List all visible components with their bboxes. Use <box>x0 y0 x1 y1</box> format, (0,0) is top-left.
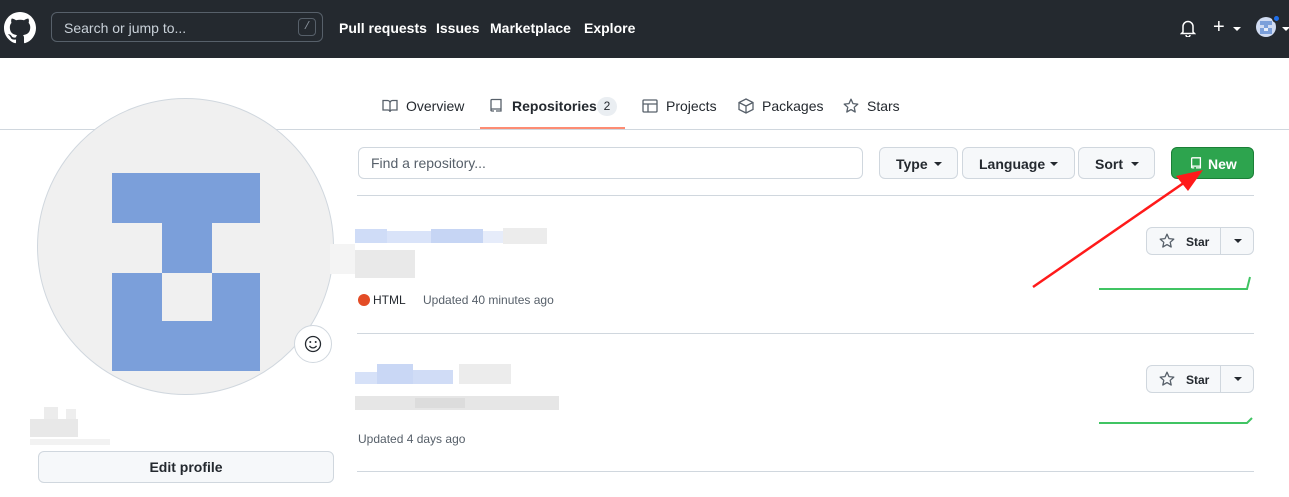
repositories-count-badge: 2 <box>597 97 617 116</box>
type-filter-button[interactable]: Type <box>879 147 958 179</box>
star-button[interactable]: Star <box>1146 365 1254 393</box>
username-redacted <box>30 407 110 445</box>
tab-projects-label: Projects <box>666 98 717 114</box>
search-placeholder: Search or jump to... <box>64 20 187 36</box>
book-icon <box>382 99 398 113</box>
divider <box>357 333 1254 334</box>
tab-projects[interactable]: Projects <box>642 96 722 130</box>
star-icon <box>843 98 859 113</box>
repo-name-redacted[interactable] <box>355 360 565 414</box>
repo-name-redacted[interactable] <box>330 226 560 278</box>
tab-packages[interactable]: Packages <box>738 96 828 130</box>
avatar-dropdown-caret-icon[interactable] <box>1282 27 1289 31</box>
annotation-arrow <box>1032 170 1203 289</box>
notification-status-dot <box>1272 14 1281 23</box>
repo-language: HTML <box>373 293 406 307</box>
nav-explore[interactable]: Explore <box>584 20 635 36</box>
create-new-plus-icon[interactable]: + <box>1213 17 1225 37</box>
tab-overview[interactable]: Overview <box>382 96 472 130</box>
plus-dropdown-caret-icon[interactable] <box>1233 27 1241 31</box>
tab-stars-label: Stars <box>867 98 900 114</box>
chevron-down-icon <box>934 162 942 166</box>
profile-avatar[interactable] <box>37 98 334 395</box>
divider <box>357 471 1254 472</box>
nav-issues[interactable]: Issues <box>436 20 480 36</box>
star-button-main[interactable]: Star <box>1147 366 1221 392</box>
type-filter-label: Type <box>896 156 928 172</box>
tab-stars[interactable]: Stars <box>843 96 903 130</box>
nav-pull-requests[interactable]: Pull requests <box>339 20 427 36</box>
star-list-dropdown-icon[interactable] <box>1234 239 1242 243</box>
nav-marketplace[interactable]: Marketplace <box>490 20 571 36</box>
star-button-label: Star <box>1186 373 1210 387</box>
repo-updated: Updated 4 days ago <box>358 432 466 446</box>
find-repository-input[interactable] <box>358 147 863 179</box>
table-icon <box>642 99 658 113</box>
smiley-icon <box>304 335 322 353</box>
global-search-input[interactable]: Search or jump to... / <box>51 12 323 42</box>
bell-icon[interactable] <box>1180 19 1196 37</box>
star-icon <box>1159 371 1175 386</box>
tab-packages-label: Packages <box>762 98 824 114</box>
active-tab-underline <box>480 127 625 129</box>
search-shortcut-key: / <box>298 18 316 36</box>
repo-icon <box>490 98 502 112</box>
top-navbar: Search or jump to... / Pull requests Iss… <box>0 0 1289 58</box>
github-logo-icon[interactable] <box>4 12 36 44</box>
package-icon <box>738 98 754 114</box>
star-list-dropdown-icon[interactable] <box>1234 377 1242 381</box>
activity-sparkline <box>1099 417 1253 424</box>
repo-updated: Updated 40 minutes ago <box>423 293 554 307</box>
tab-repositories-label: Repositories <box>512 98 597 114</box>
set-status-button[interactable] <box>294 325 332 363</box>
tab-overview-label: Overview <box>406 98 465 114</box>
language-color-dot <box>358 294 370 306</box>
edit-profile-button[interactable]: Edit profile <box>38 451 334 483</box>
